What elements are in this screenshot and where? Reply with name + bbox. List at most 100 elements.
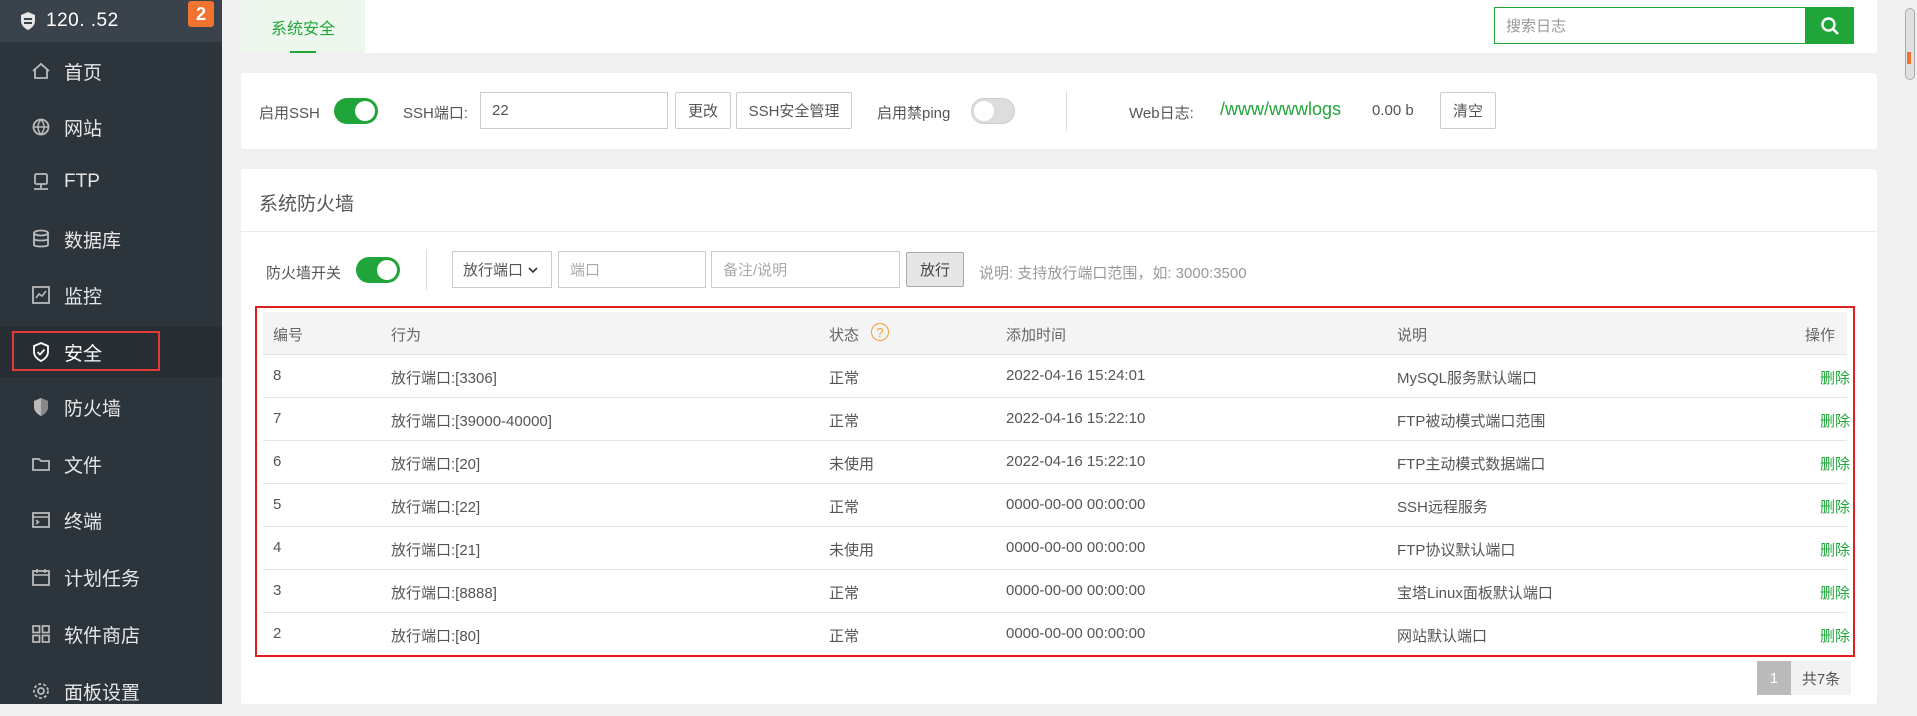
col-time: 添加时间 xyxy=(1006,327,1067,344)
sidebar-item-label: 监控 xyxy=(64,286,103,308)
col-id: 编号 xyxy=(273,327,304,344)
cell-id: 8 xyxy=(273,367,282,384)
ssh-toggle[interactable] xyxy=(334,98,378,124)
cell-action: 放行端口:[80] xyxy=(391,628,481,645)
sidebar-item-label: 终端 xyxy=(64,511,103,533)
cell-time: 0000-00-00 00:00:00 xyxy=(1006,625,1146,642)
sidebar-item-label: 数据库 xyxy=(64,230,122,252)
cell-note: FTP被动模式端口范围 xyxy=(1397,413,1546,430)
sidebar-item-website[interactable]: 网站 xyxy=(0,102,222,152)
cell-id: 6 xyxy=(273,453,282,470)
table-row: 8 放行端口:[3306] 正常 2022-04-16 15:24:01 MyS… xyxy=(263,355,1850,398)
delete-link[interactable]: 删除 xyxy=(1820,367,1850,388)
cell-status: 正常 xyxy=(829,585,860,602)
cell-note: MySQL服务默认端口 xyxy=(1397,370,1538,387)
page-scrollbar[interactable] xyxy=(1903,0,1917,704)
tab-system-security[interactable]: 系统安全 xyxy=(241,0,365,53)
ssh-settings-panel: 启用SSH SSH端口: 22 更改 SSH安全管理 启用禁ping Web日志… xyxy=(241,73,1877,149)
chevron-down-icon xyxy=(528,266,538,273)
cell-status: 正常 xyxy=(829,499,860,516)
cell-time: 0000-00-00 00:00:00 xyxy=(1006,496,1146,513)
terminal-icon xyxy=(32,512,50,528)
cell-note: SSH远程服务 xyxy=(1397,499,1488,516)
allow-port-button[interactable]: 放行 xyxy=(906,252,964,287)
delete-link[interactable]: 删除 xyxy=(1820,496,1850,517)
col-action: 行为 xyxy=(391,327,422,344)
sidebar-item-monitor[interactable]: 监控 xyxy=(0,270,222,320)
cell-note: FTP协议默认端口 xyxy=(1397,542,1516,559)
note-input[interactable]: 备注/说明 xyxy=(711,251,900,288)
weblog-label: Web日志: xyxy=(1129,105,1194,122)
delete-link[interactable]: 删除 xyxy=(1820,410,1850,431)
col-status: 状态 xyxy=(829,327,860,344)
cell-action: 放行端口:[3306] xyxy=(391,370,497,387)
delete-link[interactable]: 删除 xyxy=(1820,453,1850,474)
tab-bar: 系统安全 搜索日志 xyxy=(241,0,1877,53)
ssh-port-label: SSH端口: xyxy=(403,105,469,122)
scroll-thumb[interactable] xyxy=(1905,8,1915,80)
cell-time: 2022-04-16 15:22:10 xyxy=(1006,410,1146,427)
col-op: 操作 xyxy=(1805,327,1836,344)
log-search-button[interactable] xyxy=(1806,7,1854,44)
sidebar-item-files[interactable]: 文件 xyxy=(0,439,222,489)
sidebar-item-ftp[interactable]: FTP xyxy=(0,157,222,207)
server-header[interactable]: 120. .52 2 xyxy=(0,0,222,42)
firewall-hint: 说明: 支持放行端口范围，如: 3000:3500 xyxy=(979,265,1247,282)
weblog-path-link[interactable]: /www/wwwlogs xyxy=(1220,99,1341,120)
delete-link[interactable]: 删除 xyxy=(1820,625,1850,646)
active-highlight-box xyxy=(12,331,160,371)
cell-note: FTP主动模式数据端口 xyxy=(1397,456,1546,473)
sidebar-item-cron[interactable]: 计划任务 xyxy=(0,552,222,602)
sidebar-item-label: 计划任务 xyxy=(64,568,141,590)
table-row: 3 放行端口:[8888] 正常 0000-00-00 00:00:00 宝塔L… xyxy=(263,570,1850,613)
table-row: 2 放行端口:[80] 正常 0000-00-00 00:00:00 网站默认端… xyxy=(263,613,1850,655)
log-search-input[interactable]: 搜索日志 xyxy=(1494,7,1806,44)
cell-id: 7 xyxy=(273,410,282,427)
ftp-icon xyxy=(34,173,48,190)
cell-status: 未使用 xyxy=(829,456,875,473)
sidebar-item-firewall[interactable]: 防火墙 xyxy=(0,382,222,432)
action-select[interactable]: 放行端口 xyxy=(452,251,552,288)
cell-time: 2022-04-16 15:22:10 xyxy=(1006,453,1146,470)
sidebar-item-label: 文件 xyxy=(64,455,103,477)
cell-note: 网站默认端口 xyxy=(1397,628,1488,645)
divider xyxy=(241,231,1877,232)
cell-action: 放行端口:[21] xyxy=(391,542,481,559)
server-icon xyxy=(21,12,35,30)
database-icon xyxy=(33,229,49,248)
grid-icon xyxy=(32,625,50,643)
clear-log-button[interactable]: 清空 xyxy=(1440,92,1496,129)
pager-current-page[interactable]: 1 xyxy=(1757,661,1791,695)
calendar-icon xyxy=(32,569,50,586)
home-icon xyxy=(32,62,50,79)
cell-action: 放行端口:[8888] xyxy=(391,585,497,602)
delete-link[interactable]: 删除 xyxy=(1820,582,1850,603)
delete-link[interactable]: 删除 xyxy=(1820,539,1850,560)
firewall-switch-label: 防火墙开关 xyxy=(266,265,342,282)
ssh-manage-button[interactable]: SSH安全管理 xyxy=(736,92,852,129)
port-input[interactable]: 端口 xyxy=(558,251,706,288)
ping-label: 启用禁ping xyxy=(877,105,951,122)
cell-id: 5 xyxy=(273,496,282,513)
change-port-button[interactable]: 更改 xyxy=(675,92,731,129)
cell-id: 3 xyxy=(273,582,282,599)
sidebar-item-label: 网站 xyxy=(64,118,103,140)
ssh-port-input[interactable]: 22 xyxy=(480,92,668,129)
notification-badge[interactable]: 2 xyxy=(188,1,214,27)
sidebar-item-home[interactable]: 首页 xyxy=(0,46,222,96)
ping-toggle[interactable] xyxy=(971,98,1015,124)
sidebar-item-settings[interactable]: 面板设置 xyxy=(0,666,222,716)
firewall-title: 系统防火墙 xyxy=(259,194,355,215)
sidebar-item-terminal[interactable]: 终端 xyxy=(0,495,222,545)
firewall-toggle[interactable] xyxy=(356,257,400,283)
sidebar-item-database[interactable]: 数据库 xyxy=(0,214,222,264)
cell-time: 2022-04-16 15:24:01 xyxy=(1006,367,1146,384)
sidebar-item-store[interactable]: 软件商店 xyxy=(0,609,222,659)
table-row: 4 放行端口:[21] 未使用 0000-00-00 00:00:00 FTP协… xyxy=(263,527,1850,570)
firewall-panel: 系统防火墙 防火墙开关 放行端口 端口 备注/说明 放行 说明: 支持放行端口范… xyxy=(241,169,1877,704)
sidebar-item-security[interactable]: 安全 xyxy=(0,327,222,377)
divider xyxy=(426,250,427,290)
help-icon[interactable]: ? xyxy=(871,323,889,341)
cell-status: 正常 xyxy=(829,413,860,430)
monitor-icon xyxy=(32,286,50,304)
